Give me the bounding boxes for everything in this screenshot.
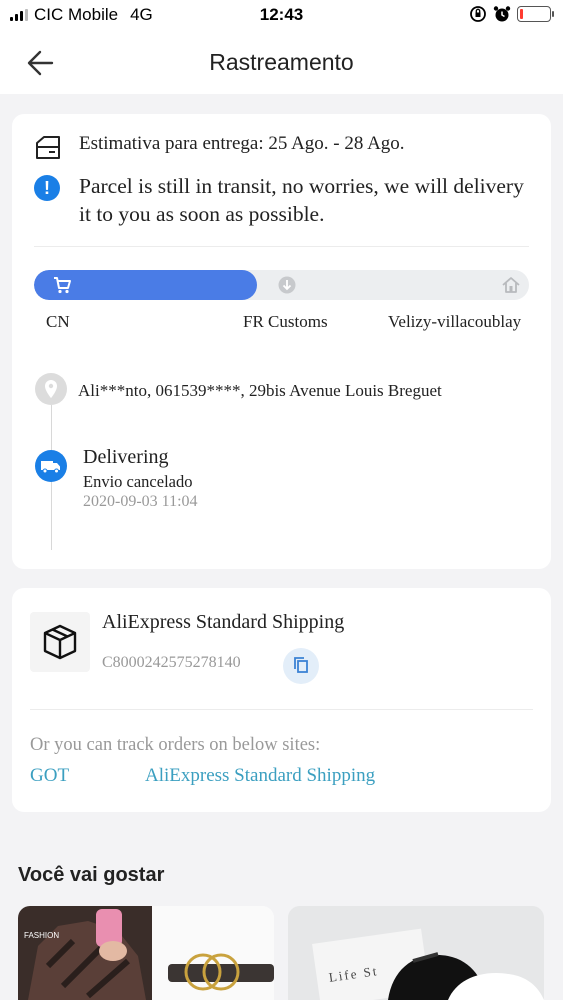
product-image-belt: FASHION [18, 906, 274, 1000]
delivery-truck-outline-icon [36, 136, 60, 159]
nav-bar: Rastreamento [0, 32, 563, 94]
transit-notice: Parcel is still in transit, no worries, … [79, 174, 524, 226]
rotation-lock-icon [470, 6, 486, 22]
recipient-address: Ali***nto, 061539****, 29bis Avenue Loui… [78, 381, 442, 400]
aliexpress-shipping-link[interactable]: AliExpress Standard Shipping [145, 765, 375, 787]
delivery-estimate: Estimativa para entrega: 25 Ago. - 28 Ag… [79, 133, 405, 154]
tracking-number: C8000242575278140 [102, 654, 241, 671]
info-icon: ! [34, 175, 60, 201]
tracking-card: Estimativa para entrega: 25 Ago. - 28 Ag… [12, 114, 551, 569]
battery-level [520, 9, 523, 19]
copy-icon [294, 657, 308, 673]
divider [34, 246, 529, 247]
status-bar: CIC Mobile 4G 12:43 [0, 0, 563, 32]
truck-icon [35, 450, 67, 482]
stop-customs: FR Customs [243, 312, 328, 331]
customs-icon [278, 276, 296, 294]
other-sites-label: Or you can track orders on below sites: [30, 735, 321, 755]
location-pin-icon [35, 373, 67, 405]
event-timestamp: 2020-09-03 11:04 [83, 493, 198, 510]
page-title: Rastreamento [209, 49, 354, 75]
alarm-icon [493, 6, 511, 22]
product-image-shoes: Life St [288, 906, 544, 1000]
divider [30, 709, 533, 710]
product-card-shoes[interactable]: Life St [288, 906, 544, 1000]
svg-text:FASHION: FASHION [24, 931, 59, 940]
cart-icon [54, 277, 71, 294]
package-icon [30, 612, 90, 672]
event-status: Delivering [83, 446, 169, 468]
progress-track [34, 270, 529, 300]
status-right [469, 5, 554, 23]
shipping-card: AliExpress Standard Shipping C8000242575… [12, 588, 551, 812]
shipping-method: AliExpress Standard Shipping [102, 611, 345, 633]
event-description: Envio cancelado [83, 472, 193, 491]
recommendations-title: Você vai gostar [18, 864, 165, 886]
stop-destination: Velizy-villacoublay [388, 312, 522, 331]
got-link[interactable]: GOT [30, 765, 69, 787]
home-icon [502, 277, 520, 293]
copy-button[interactable] [283, 648, 319, 684]
battery-icon [517, 6, 554, 22]
product-card-belt[interactable]: FASHION [18, 906, 274, 1000]
stop-origin: CN [46, 312, 70, 331]
